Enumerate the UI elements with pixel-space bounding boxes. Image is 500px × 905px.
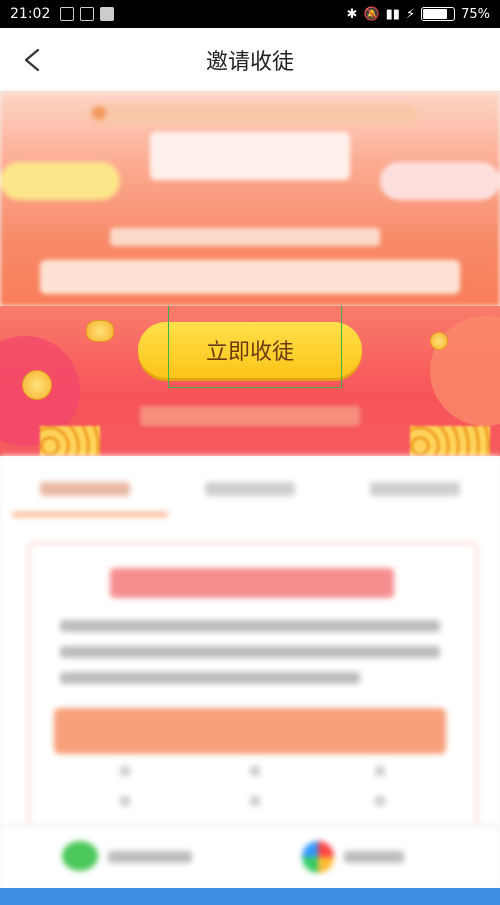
share-moments-label[interactable] xyxy=(344,851,404,863)
mute-icon: 🔕 xyxy=(363,6,380,22)
table-cell xyxy=(375,766,385,776)
banner-caption xyxy=(140,406,360,426)
coin-icon xyxy=(22,370,52,400)
coin-icon xyxy=(430,332,448,350)
notification-icon xyxy=(80,7,95,21)
share-wechat-label[interactable] xyxy=(108,851,192,863)
notification-icon xyxy=(60,7,75,21)
table-cell xyxy=(375,796,385,806)
banner-pill-left[interactable] xyxy=(0,162,120,200)
battery-icon xyxy=(421,7,456,21)
active-tab-indicator xyxy=(12,512,168,517)
table-cell xyxy=(250,796,260,806)
notice-icon xyxy=(92,106,106,120)
table-cell xyxy=(250,766,260,776)
invite-apprentice-button[interactable]: 立即收徒 xyxy=(138,322,362,378)
moments-icon[interactable] xyxy=(302,841,334,873)
share-bar xyxy=(0,826,500,889)
gold-pile-decor xyxy=(410,426,490,456)
banner-card xyxy=(150,132,350,180)
content-area xyxy=(0,456,500,826)
status-bar: 21:02 ✱ 🔕 ▮▮ ⚡ 75% xyxy=(0,0,500,28)
table-cell xyxy=(120,766,130,776)
tab-3[interactable] xyxy=(370,482,460,496)
table-cell xyxy=(120,796,130,806)
bluetooth-icon: ✱ xyxy=(346,6,358,22)
status-indicators: ✱ 🔕 ▮▮ ⚡ 75% xyxy=(347,7,490,22)
charging-icon: ⚡ xyxy=(405,6,416,22)
app-notification-icon xyxy=(100,7,115,21)
rules-text-line xyxy=(60,672,360,684)
wechat-icon[interactable] xyxy=(62,841,98,871)
promo-banner-cta: 立即收徒 xyxy=(0,306,500,456)
tab-2[interactable] xyxy=(205,482,295,496)
battery-percentage: 75% xyxy=(461,6,490,22)
system-navigation-bar xyxy=(0,888,500,905)
rules-text-line xyxy=(60,646,440,658)
status-time: 21:02 xyxy=(10,6,51,22)
banner-headline xyxy=(40,260,460,294)
rules-card-title xyxy=(110,568,394,598)
tab-bar xyxy=(0,456,500,518)
coin-icon xyxy=(86,320,114,342)
page-title: 邀请收徒 xyxy=(205,49,294,75)
rules-text-line xyxy=(60,620,440,632)
tab-1[interactable] xyxy=(40,482,130,496)
banner-subtitle xyxy=(110,228,380,246)
back-arrow-icon[interactable] xyxy=(22,48,42,72)
signal-icon: ▮▮ xyxy=(385,6,400,22)
scrolling-notice xyxy=(88,104,418,124)
banner-pill-right[interactable] xyxy=(380,162,500,200)
gold-pile-decor xyxy=(40,426,100,456)
navigation-bar: 邀请收徒 xyxy=(0,28,500,92)
reward-table-header xyxy=(54,708,446,754)
promo-banner-top xyxy=(0,92,500,306)
